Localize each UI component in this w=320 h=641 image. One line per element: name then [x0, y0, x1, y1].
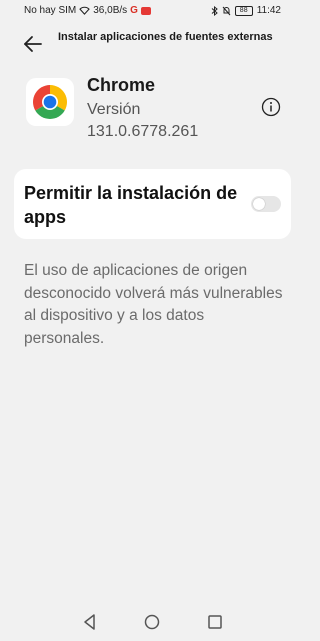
toggle-knob — [253, 198, 265, 210]
allow-install-card: Permitir la instalación de apps — [14, 169, 291, 239]
carrier-text: No hay SIM — [24, 5, 77, 16]
recents-square-icon[interactable] — [205, 612, 225, 632]
notification-g-icon: G — [130, 5, 138, 16]
status-bar: No hay SIM 36,0B/s G 88 11:42 — [0, 0, 301, 22]
battery-icon: 88 — [234, 5, 253, 16]
status-right: 88 11:42 — [211, 5, 281, 16]
mute-bell-icon — [222, 6, 231, 15]
bluetooth-icon — [211, 5, 218, 16]
navigation-bar — [0, 612, 301, 641]
warning-description: El uso de aplicaciones de origen descono… — [24, 262, 283, 347]
header: Instalar aplicaciones de fuentes externa… — [0, 30, 301, 60]
net-speed-text: 36,0B/s — [93, 5, 128, 16]
home-circle-icon[interactable] — [142, 612, 162, 632]
app-info: Chrome Versión 131.0.6778.261 — [0, 70, 301, 150]
status-left: No hay SIM 36,0B/s G — [24, 5, 151, 16]
back-triangle-icon[interactable] — [80, 612, 100, 632]
wifi-icon — [79, 6, 90, 15]
version-number: 131.0.6778.261 — [87, 123, 199, 140]
back-arrow-icon[interactable] — [22, 33, 44, 55]
app-name: Chrome — [87, 75, 156, 95]
chrome-logo-icon — [33, 85, 67, 119]
notification-app-icon — [140, 6, 151, 15]
app-icon — [26, 78, 74, 126]
allow-install-toggle[interactable] — [251, 196, 281, 212]
clock-text: 11:42 — [256, 5, 281, 16]
version-label: Versión — [87, 101, 141, 118]
info-icon[interactable] — [261, 97, 281, 117]
page-title: Instalar aplicaciones de fuentes externa… — [58, 31, 273, 43]
allow-install-label: Permitir la instalación de apps — [24, 183, 238, 227]
